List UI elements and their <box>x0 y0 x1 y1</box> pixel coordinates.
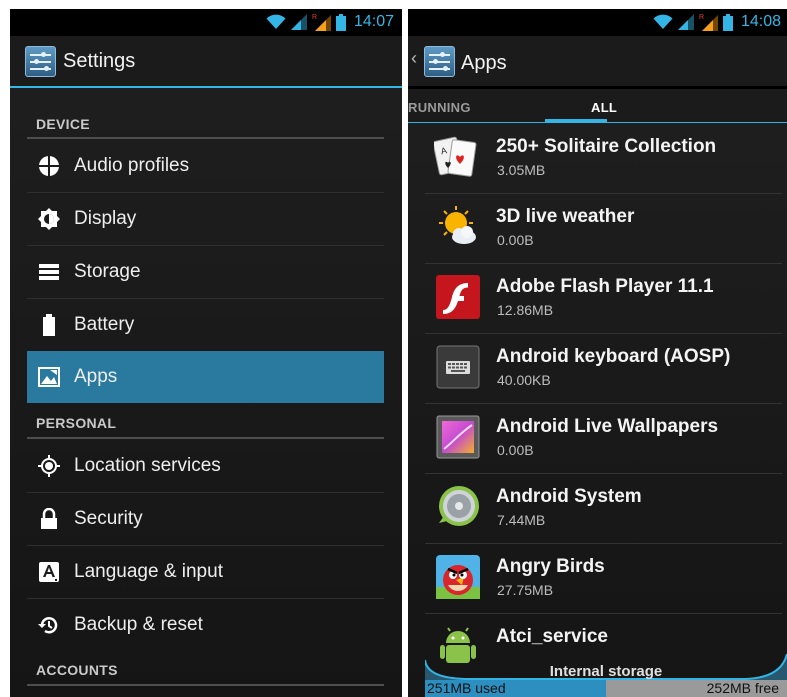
page-title: Apps <box>461 52 507 74</box>
settings-item-display[interactable]: Display <box>27 193 384 245</box>
lock-icon <box>41 508 57 529</box>
storage-usage-meter: 251MB used 252MB free <box>425 680 787 697</box>
app-name: Android keyboard (AOSP) <box>496 346 731 367</box>
settings-item-label: Language & input <box>74 561 223 582</box>
app-row-live-wallpapers[interactable]: Android Live Wallpapers 0.00B <box>425 403 782 473</box>
svg-text:R: R <box>699 14 704 21</box>
storage-icon <box>39 264 59 280</box>
section-rule <box>27 137 384 139</box>
settings-item-audio-profiles[interactable]: Audio profiles <box>27 140 384 192</box>
location-icon <box>38 455 60 477</box>
action-bar: ‹ Apps <box>408 36 787 86</box>
backup-icon <box>38 617 58 634</box>
roaming-signal-icon: R <box>699 14 718 31</box>
settings-item-language-input[interactable]: Language & input <box>27 546 384 598</box>
settings-item-label: Battery <box>74 314 135 335</box>
app-name: Android System <box>496 486 642 507</box>
settings-item-label: Apps <box>74 366 118 387</box>
app-name: Angry Birds <box>496 556 605 577</box>
wifi-icon <box>266 14 286 29</box>
language-icon <box>39 562 59 582</box>
section-header-accounts: ACCOUNTS <box>36 662 118 678</box>
roaming-signal-icon: R <box>312 14 331 31</box>
settings-item-label: Location services <box>74 455 221 476</box>
live-wallpaper-icon <box>436 415 480 459</box>
battery-status-icon <box>723 13 733 31</box>
back-chevron-icon[interactable]: ‹ <box>411 48 417 69</box>
settings-item-storage[interactable]: Storage <box>27 246 384 298</box>
app-size: 12.86MB <box>497 302 554 318</box>
status-bar: R 14:07 <box>10 9 402 36</box>
status-clock: 14:07 <box>353 13 394 30</box>
app-name: 3D live weather <box>496 206 635 227</box>
page-title: Settings <box>63 50 136 72</box>
audio-profiles-icon <box>38 155 60 177</box>
section-header-device: DEVICE <box>36 116 90 132</box>
app-size: 7.44MB <box>497 512 546 528</box>
app-row-adobe-flash[interactable]: Adobe Flash Player 11.1 12.86MB <box>425 263 782 333</box>
settings-item-security[interactable]: Security <box>27 493 384 545</box>
section-rule <box>27 684 384 686</box>
internal-storage-label: Internal storage <box>549 663 663 680</box>
settings-item-label: Storage <box>74 261 141 282</box>
keyboard-icon <box>436 345 480 389</box>
wifi-icon <box>653 14 673 29</box>
apps-screen: R 14:08 ‹ Apps RUNNING ALL A 250+ Solita… <box>408 9 787 697</box>
battery-icon <box>43 314 55 336</box>
internal-storage-bar: Internal storage 251MB used 252MB free <box>425 652 787 697</box>
app-name: 250+ Solitaire Collection <box>496 136 717 157</box>
angry-bird-icon <box>436 555 480 599</box>
android-system-icon <box>439 486 479 526</box>
app-size: 3.05MB <box>497 162 546 178</box>
signal-icon <box>290 14 307 30</box>
settings-screen: R 14:07 Settings DEVICE Audio profiles D… <box>10 9 402 697</box>
settings-item-label: Backup & reset <box>74 614 203 635</box>
app-row-android-keyboard[interactable]: Android keyboard (AOSP) 40.00KB <box>425 333 782 403</box>
storage-used-text: 251MB used <box>427 680 506 696</box>
app-row-solitaire[interactable]: A 250+ Solitaire Collection 3.05MB <box>425 123 782 193</box>
status-clock: 14:08 <box>741 13 782 30</box>
action-bar: Settings <box>10 36 402 86</box>
app-name: Atci_service <box>496 626 608 647</box>
app-row-android-system[interactable]: Android System 7.44MB <box>425 473 782 543</box>
signal-icon <box>678 14 694 30</box>
section-header-personal: PERSONAL <box>36 415 117 431</box>
app-size: 27.75MB <box>497 582 554 598</box>
settings-item-backup-reset[interactable]: Backup & reset <box>27 599 384 651</box>
settings-item-apps[interactable]: Apps <box>27 351 384 403</box>
settings-item-label: Display <box>74 208 137 229</box>
solitaire-cards-icon: A <box>434 136 477 177</box>
settings-app-icon[interactable] <box>424 46 455 77</box>
app-size: 0.00B <box>497 232 534 248</box>
flash-player-icon <box>436 275 480 319</box>
status-bar: R 14:08 <box>408 9 787 36</box>
app-name: Adobe Flash Player 11.1 <box>496 276 714 297</box>
display-icon <box>38 208 60 230</box>
app-name: Android Live Wallpapers <box>496 416 719 437</box>
app-size: 40.00KB <box>497 372 551 388</box>
settings-app-icon[interactable] <box>25 46 56 77</box>
tab-all[interactable]: ALL <box>591 100 617 115</box>
battery-status-icon <box>335 13 346 31</box>
settings-item-location-services[interactable]: Location services <box>27 440 384 492</box>
tab-running[interactable]: RUNNING <box>408 100 471 115</box>
app-size: 0.00B <box>497 442 534 458</box>
apps-icon <box>38 367 60 387</box>
app-row-angry-birds[interactable]: Angry Birds 27.75MB <box>425 543 782 613</box>
section-rule <box>27 437 384 439</box>
settings-item-label: Audio profiles <box>74 155 190 176</box>
svg-text:R: R <box>312 14 317 21</box>
settings-item-battery[interactable]: Battery <box>27 299 384 351</box>
settings-item-label: Security <box>74 508 143 529</box>
storage-free-text: 252MB free <box>706 680 779 696</box>
weather-sun-cloud-icon <box>439 206 476 244</box>
apps-tab-strip: RUNNING ALL <box>408 89 787 123</box>
app-row-3d-live-weather[interactable]: 3D live weather 0.00B <box>425 193 782 263</box>
